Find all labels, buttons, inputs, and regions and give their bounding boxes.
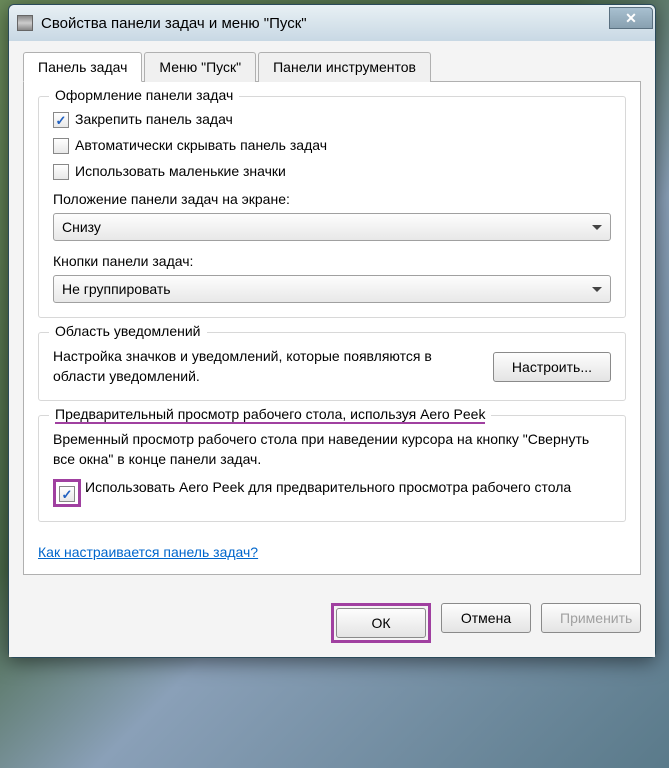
autohide-label: Автоматически скрывать панель задач [75,137,327,153]
lock-taskbar-checkbox[interactable] [53,112,69,128]
tab-content: Оформление панели задач Закрепить панель… [23,82,641,575]
aero-peek-group: Предварительный просмотр рабочего стола,… [38,415,626,522]
position-label: Положение панели задач на экране: [53,191,611,207]
smallicons-label: Использовать маленькие значки [75,163,286,179]
lock-taskbar-row: Закрепить панель задач [53,111,611,127]
aero-peek-checkbox[interactable] [59,486,75,502]
buttons-label: Кнопки панели задач: [53,253,611,269]
cancel-button[interactable]: Отмена [441,603,531,633]
window-icon [17,15,33,31]
notification-legend: Область уведомлений [49,323,207,339]
aero-peek-label: Использовать Aero Peek для предварительн… [85,479,571,495]
appearance-legend: Оформление панели задач [49,87,239,103]
chevron-down-icon [592,225,602,230]
help-link[interactable]: Как настраивается панель задач? [38,544,258,560]
buttons-dropdown[interactable]: Не группировать [53,275,611,303]
tab-taskbar[interactable]: Панель задач [23,52,142,82]
tab-startmenu[interactable]: Меню "Пуск" [144,52,256,82]
ok-button[interactable]: ОК [336,608,426,638]
dialog-buttons: ОК Отмена Применить [9,589,655,657]
customize-button[interactable]: Настроить... [493,352,611,382]
aero-peek-row: Использовать Aero Peek для предварительн… [53,479,611,507]
lock-taskbar-label: Закрепить панель задач [75,111,233,127]
appearance-group: Оформление панели задач Закрепить панель… [38,96,626,318]
notification-text: Настройка значков и уведомлений, которые… [53,347,479,386]
properties-dialog: Свойства панели задач и меню "Пуск" ✕ Па… [8,4,656,658]
position-dropdown[interactable]: Снизу [53,213,611,241]
buttons-value: Не группировать [62,281,171,297]
close-icon: ✕ [625,10,637,27]
titlebar[interactable]: Свойства панели задач и меню "Пуск" ✕ [9,5,655,41]
highlight-marker [53,479,81,507]
position-value: Снизу [62,219,101,235]
close-button[interactable]: ✕ [609,7,653,29]
window-body: Панель задач Меню "Пуск" Панели инструме… [9,41,655,589]
tab-strip: Панель задач Меню "Пуск" Панели инструме… [23,51,641,82]
highlight-marker: ОК [331,603,431,643]
notification-group: Область уведомлений Настройка значков и … [38,332,626,401]
smallicons-checkbox[interactable] [53,164,69,180]
autohide-checkbox[interactable] [53,138,69,154]
chevron-down-icon [592,287,602,292]
autohide-row: Автоматически скрывать панель задач [53,137,611,153]
aero-peek-legend: Предварительный просмотр рабочего стола,… [49,406,491,422]
aero-peek-description: Временный просмотр рабочего стола при на… [53,430,611,469]
smallicons-row: Использовать маленькие значки [53,163,611,179]
tab-toolbars[interactable]: Панели инструментов [258,52,431,82]
apply-button[interactable]: Применить [541,603,641,633]
window-title: Свойства панели задач и меню "Пуск" [41,15,307,32]
